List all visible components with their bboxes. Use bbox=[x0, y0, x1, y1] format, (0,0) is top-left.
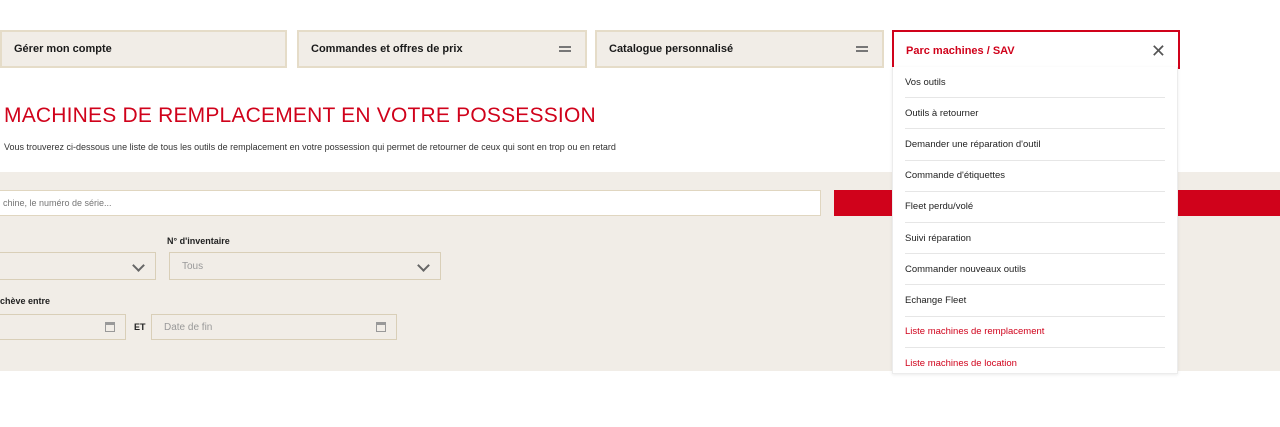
menu-item-fleet-perdu-vole[interactable]: Fleet perdu/volé bbox=[905, 192, 1165, 223]
fleet-dropdown-menu: Vos outils Outils à retourner Demander u… bbox=[892, 67, 1178, 374]
end-date-input[interactable]: Date de fin bbox=[151, 314, 397, 340]
tab-fleet[interactable]: Parc machines / SAV ✕ bbox=[892, 30, 1180, 69]
menu-item-outils-a-retourner[interactable]: Outils à retourner bbox=[905, 98, 1165, 130]
menu-item-suivi-reparation[interactable]: Suivi réparation bbox=[905, 223, 1165, 255]
tab-orders-label: Commandes et offres de prix bbox=[311, 43, 463, 55]
end-date-placeholder: Date de fin bbox=[164, 321, 213, 333]
tab-catalog-label: Catalogue personnalisé bbox=[609, 43, 734, 55]
inventory-select[interactable]: Tous bbox=[169, 252, 441, 280]
tab-fleet-label: Parc machines / SAV bbox=[906, 44, 1015, 57]
close-icon[interactable]: ✕ bbox=[1151, 42, 1166, 60]
calendar-icon[interactable] bbox=[376, 322, 386, 332]
menu-item-demander-reparation[interactable]: Demander une réparation d'outil bbox=[905, 129, 1165, 161]
tab-orders[interactable]: Commandes et offres de prix bbox=[297, 30, 587, 68]
menu-item-liste-machines-remplacement[interactable]: Liste machines de remplacement bbox=[905, 317, 1165, 348]
tab-account[interactable]: Gérer mon compte bbox=[0, 30, 287, 68]
menu-item-commande-etiquettes[interactable]: Commande d'étiquettes bbox=[905, 161, 1165, 192]
tab-catalog[interactable]: Catalogue personnalisé bbox=[595, 30, 884, 68]
inventory-label: N° d'inventaire bbox=[167, 236, 230, 246]
search-input[interactable] bbox=[0, 190, 821, 216]
page-subtitle: Vous trouverez ci-dessous une liste de t… bbox=[4, 142, 616, 152]
menu-item-echange-fleet[interactable]: Echange Fleet bbox=[905, 285, 1165, 317]
chevron-down-icon bbox=[417, 259, 430, 272]
menu-item-liste-machines-location[interactable]: Liste machines de location bbox=[905, 348, 1165, 379]
menu-item-vos-outils[interactable]: Vos outils bbox=[905, 67, 1165, 99]
hamburger-icon bbox=[559, 46, 571, 52]
menu-item-commander-nouveaux-outils[interactable]: Commander nouveaux outils bbox=[905, 254, 1165, 286]
page-title: MACHINES DE REMPLACEMENT EN VOTRE POSSES… bbox=[4, 104, 596, 127]
tab-account-label: Gérer mon compte bbox=[14, 43, 112, 55]
start-date-input[interactable] bbox=[0, 314, 126, 340]
first-select[interactable] bbox=[0, 252, 156, 280]
hamburger-icon bbox=[856, 46, 868, 52]
chevron-down-icon bbox=[132, 259, 145, 272]
inventory-select-value: Tous bbox=[182, 260, 204, 272]
date-range-label: chève entre bbox=[0, 296, 51, 306]
calendar-icon[interactable] bbox=[105, 322, 115, 332]
date-separator: ET bbox=[134, 322, 146, 332]
